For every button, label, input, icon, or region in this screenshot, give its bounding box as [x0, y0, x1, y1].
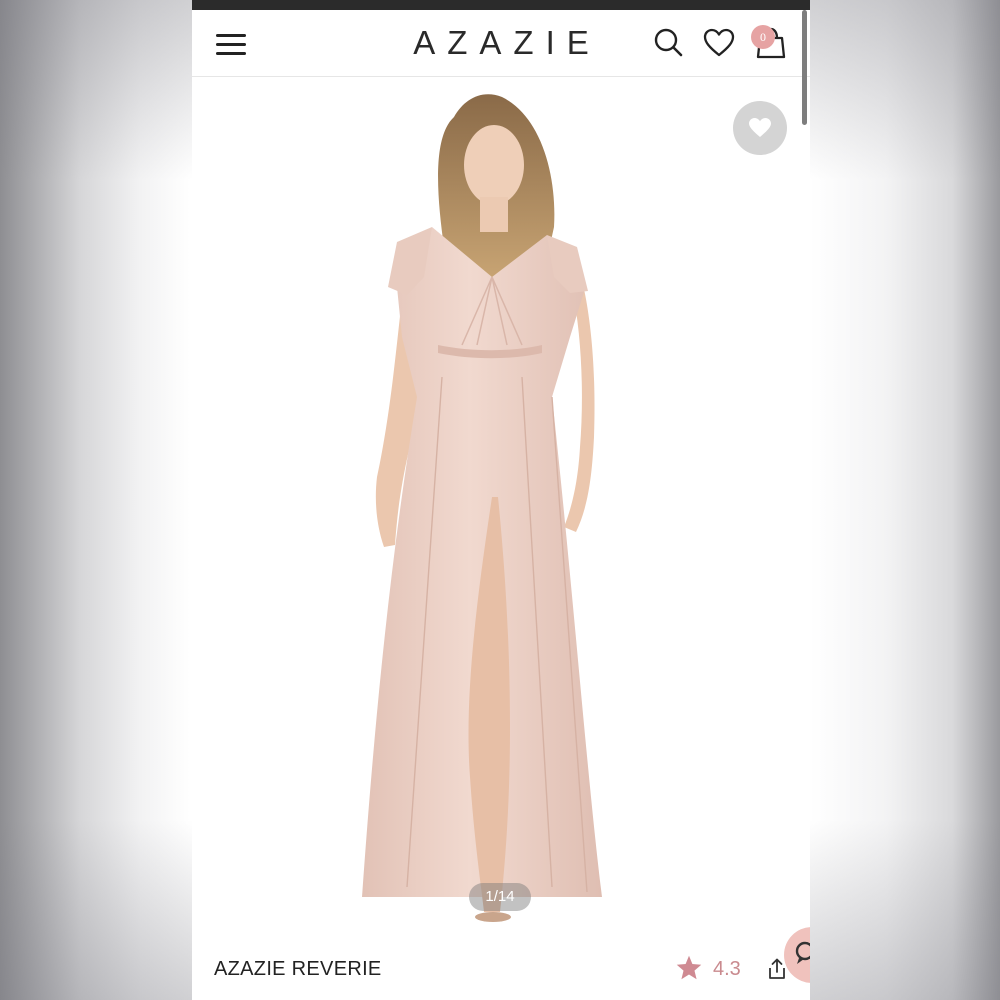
heart-icon[interactable] — [702, 26, 736, 60]
heart-icon — [749, 118, 771, 137]
status-bar — [192, 0, 810, 10]
phone-screen: AZAZIE 0 1/14 AZAZIE REVERIE 4.3 — [192, 0, 810, 1000]
product-name: AZAZIE REVERIE — [214, 958, 382, 980]
chat-icon — [795, 941, 810, 964]
cart-count-badge: 0 — [751, 25, 775, 49]
rating-value: 4.3 — [713, 958, 741, 980]
star-icon — [676, 955, 702, 980]
site-header: AZAZIE 0 — [192, 10, 810, 77]
favorite-button[interactable] — [733, 101, 787, 155]
product-image[interactable] — [192, 77, 810, 947]
image-pager: 1/14 — [469, 883, 531, 911]
search-icon[interactable] — [652, 26, 686, 60]
background-right-shade — [810, 0, 1000, 1000]
background-left-shade — [0, 0, 192, 1000]
scrollbar[interactable] — [802, 10, 807, 125]
